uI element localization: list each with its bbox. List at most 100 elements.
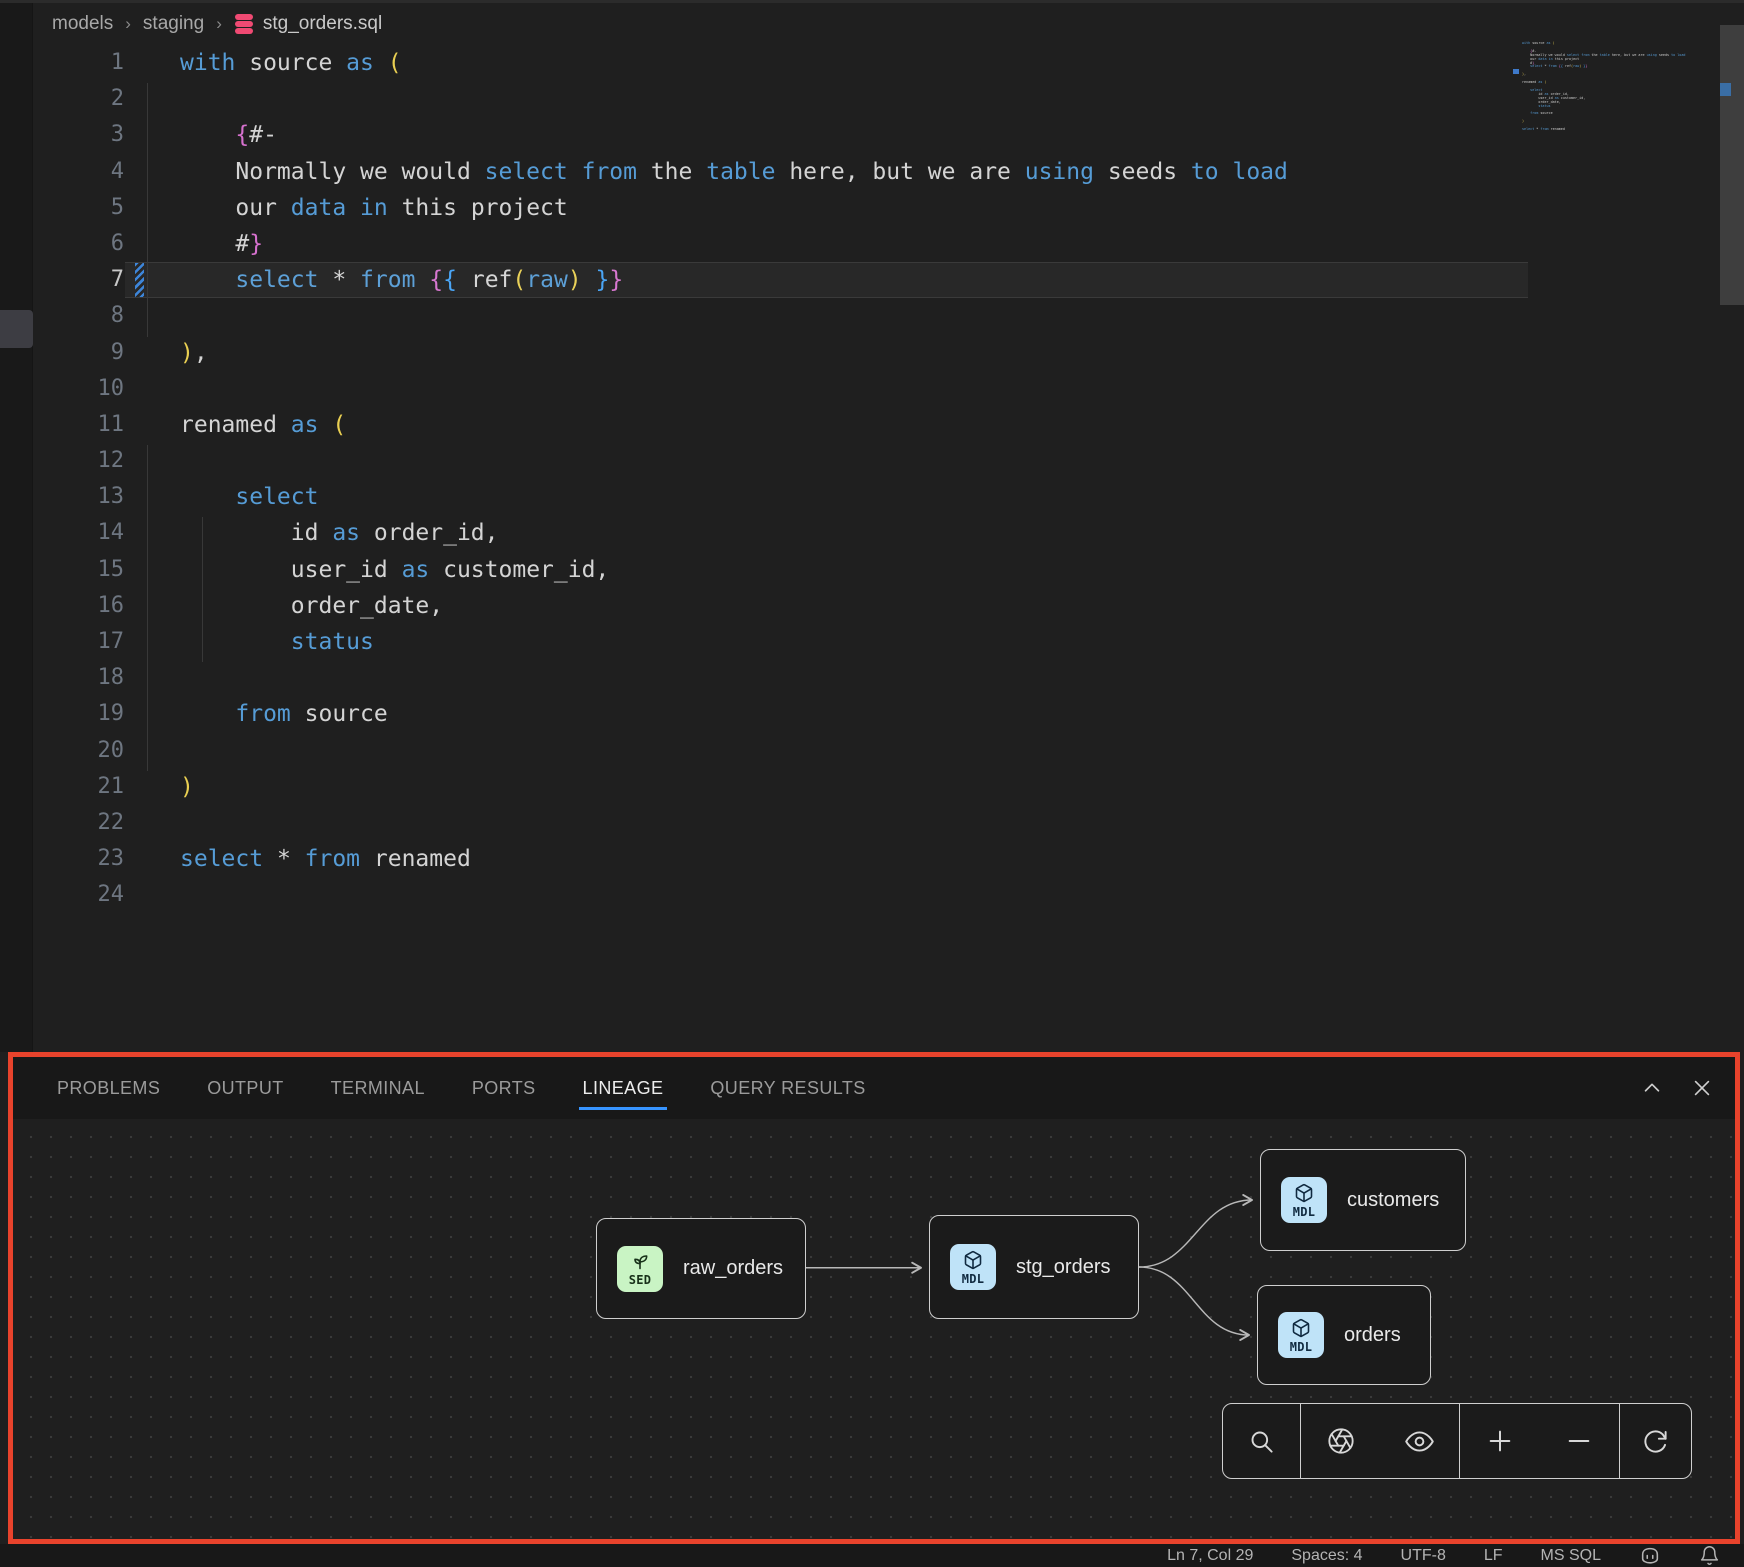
code-line[interactable]: 14 id as order_id, xyxy=(34,515,1744,551)
code-line[interactable]: 11renamed as ( xyxy=(34,407,1744,443)
gutter[interactable] xyxy=(126,624,180,660)
status-language-mode[interactable]: MS SQL xyxy=(1541,1547,1601,1565)
refresh-icon[interactable] xyxy=(1628,1414,1682,1468)
lineage-canvas[interactable]: SEDraw_orders MDLstg_orders MDLcustomers MD… xyxy=(13,1119,1735,1539)
gutter[interactable] xyxy=(126,226,180,262)
code-line[interactable]: 13 select xyxy=(34,479,1744,515)
eye-icon[interactable] xyxy=(1393,1414,1447,1468)
code-line[interactable]: 7 select * from {{ ref(raw) }} xyxy=(34,262,1744,298)
gutter[interactable] xyxy=(126,443,180,479)
panel-tab-terminal[interactable]: TERMINAL xyxy=(331,1057,425,1119)
gutter[interactable] xyxy=(126,805,180,841)
token-tx: seeds xyxy=(1094,159,1191,185)
gutter[interactable] xyxy=(126,154,180,190)
node-label: raw_orders xyxy=(683,1257,783,1280)
modified-line-marker xyxy=(135,263,144,297)
breadcrumb-item-staging[interactable]: staging xyxy=(143,13,204,35)
bell-icon[interactable] xyxy=(1699,1545,1720,1566)
token-kw: select xyxy=(485,159,568,185)
gutter[interactable] xyxy=(126,841,180,877)
token-tx: this project xyxy=(388,195,568,221)
token-yl: ) xyxy=(180,774,194,800)
panel-tab-output[interactable]: OUTPUT xyxy=(207,1057,283,1119)
minimap[interactable]: with source as ( {#- Normally we would s… xyxy=(1513,42,1719,162)
token-tx xyxy=(318,412,332,438)
gutter[interactable] xyxy=(126,407,180,443)
lineage-node-orders[interactable]: MDLorders xyxy=(1257,1285,1431,1385)
gutter[interactable] xyxy=(126,81,180,117)
lineage-node-raw_orders[interactable]: SEDraw_orders xyxy=(596,1218,806,1319)
code-line[interactable]: 18 xyxy=(34,660,1744,696)
lineage-node-customers[interactable]: MDLcustomers xyxy=(1260,1149,1466,1251)
code-line[interactable]: 6 #} xyxy=(34,226,1744,262)
gutter[interactable] xyxy=(126,660,180,696)
gutter[interactable] xyxy=(126,371,180,407)
code-line[interactable]: 9), xyxy=(34,335,1744,371)
code-text: renamed as ( xyxy=(180,407,1744,443)
chevron-up-icon[interactable] xyxy=(1641,1077,1663,1099)
breadcrumb-item-models[interactable]: models xyxy=(52,13,113,35)
gutter[interactable] xyxy=(126,696,180,732)
line-number: 22 xyxy=(34,805,126,841)
status-indentation[interactable]: Spaces: 4 xyxy=(1291,1547,1362,1565)
panel-tab-query-results[interactable]: QUERY RESULTS xyxy=(710,1057,865,1119)
token-tx: renamed xyxy=(180,412,291,438)
gutter[interactable] xyxy=(126,515,180,551)
token-tx xyxy=(1219,159,1233,185)
gutter[interactable] xyxy=(126,190,180,226)
code-line[interactable]: 8 xyxy=(34,298,1744,334)
code-text: status xyxy=(180,624,1744,660)
code-line[interactable]: 10 xyxy=(34,371,1744,407)
code-line[interactable]: 17 status xyxy=(34,624,1744,660)
zoom-out-icon[interactable] xyxy=(1552,1414,1606,1468)
lineage-node-stg_orders[interactable]: MDLstg_orders xyxy=(929,1215,1139,1319)
gutter[interactable] xyxy=(126,769,180,805)
code-line[interactable]: 5 our data in this project xyxy=(34,190,1744,226)
code-line[interactable]: 2 xyxy=(34,81,1744,117)
code-line[interactable]: 21) xyxy=(34,769,1744,805)
gutter[interactable] xyxy=(126,45,180,81)
toolbar-group xyxy=(1300,1404,1459,1478)
code-line[interactable]: 4 Normally we would select from the tabl… xyxy=(34,154,1744,190)
breadcrumb-item-file[interactable]: stg_orders.sql xyxy=(234,13,382,35)
breadcrumb-separator: › xyxy=(216,14,222,34)
gutter[interactable] xyxy=(126,552,180,588)
status-encoding[interactable]: UTF-8 xyxy=(1401,1547,1446,1565)
copilot-icon[interactable] xyxy=(1639,1546,1661,1565)
line-number: 4 xyxy=(34,154,126,190)
gutter[interactable] xyxy=(126,588,180,624)
status-cursor-position[interactable]: Ln 7, Col 29 xyxy=(1167,1547,1253,1565)
code-line[interactable]: 19 from source xyxy=(34,696,1744,732)
indent-guide xyxy=(147,445,148,771)
zoom-in-icon[interactable] xyxy=(1473,1414,1527,1468)
token-tx xyxy=(180,122,235,148)
search-icon[interactable] xyxy=(1235,1414,1289,1468)
aperture-icon[interactable] xyxy=(1314,1414,1368,1468)
toolbar-group xyxy=(1223,1404,1300,1478)
panel-tab-problems[interactable]: PROBLEMS xyxy=(57,1057,160,1119)
panel-tab-ports[interactable]: PORTS xyxy=(472,1057,536,1119)
code-line[interactable]: 16 order_date, xyxy=(34,588,1744,624)
gutter[interactable] xyxy=(126,298,180,334)
editor-scrollbar[interactable] xyxy=(1720,25,1744,305)
code-line[interactable]: 15 user_id as customer_id, xyxy=(34,552,1744,588)
code-line[interactable]: 22 xyxy=(34,805,1744,841)
code-line[interactable]: 1with source as ( xyxy=(34,45,1744,81)
code-line[interactable]: 3 {#- xyxy=(34,117,1744,153)
status-eol[interactable]: LF xyxy=(1484,1547,1503,1565)
code-line[interactable]: 12 xyxy=(34,443,1744,479)
close-icon[interactable] xyxy=(1691,1077,1713,1099)
code-line[interactable]: 24 xyxy=(34,877,1744,913)
gutter[interactable] xyxy=(126,877,180,913)
gutter[interactable] xyxy=(126,335,180,371)
gutter[interactable] xyxy=(126,117,180,153)
code-line[interactable]: 23select * from renamed xyxy=(34,841,1744,877)
line-number: 12 xyxy=(34,443,126,479)
gutter[interactable] xyxy=(126,733,180,769)
gutter[interactable] xyxy=(126,479,180,515)
line-number: 15 xyxy=(34,552,126,588)
code-line[interactable]: 20 xyxy=(34,733,1744,769)
panel-tab-lineage[interactable]: LINEAGE xyxy=(583,1057,664,1119)
code-editor[interactable]: 1with source as (23 {#-4 Normally we wou… xyxy=(34,45,1744,1052)
gutter[interactable] xyxy=(126,262,180,298)
